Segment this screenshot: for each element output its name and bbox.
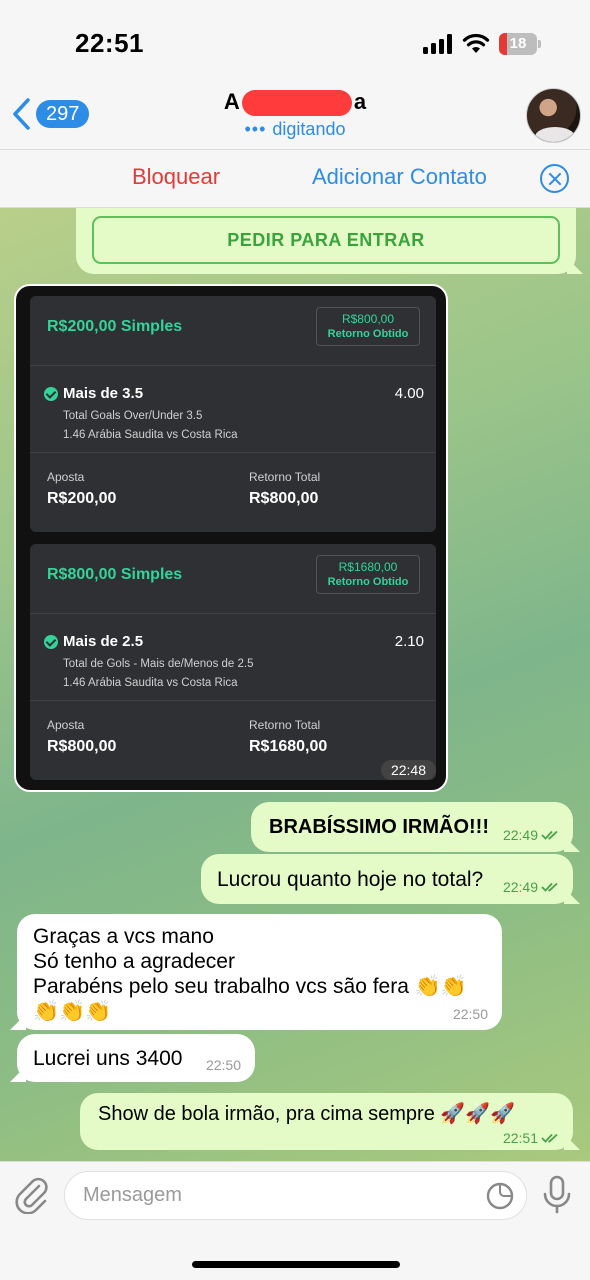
message-bubble-incoming[interactable]: Lucrei uns 3400 22:50 xyxy=(17,1034,255,1082)
message-bubble-incoming[interactable]: Graças a vcs mano Só tenho a agradecer P… xyxy=(17,914,502,1030)
bet-screenshot-image[interactable]: R$200,00 Simples R$800,00 Retorno Obtido… xyxy=(14,284,448,792)
check-circle-icon xyxy=(44,635,58,649)
bet-card: R$800,00 Simples R$1680,00 Retorno Obtid… xyxy=(30,544,436,780)
microphone-icon[interactable] xyxy=(542,1175,572,1215)
selection-market: Total Goals Over/Under 3.5 xyxy=(63,410,203,422)
bet-stake-label: R$200,00 Simples xyxy=(47,318,183,335)
return-box: R$800,00 Retorno Obtido xyxy=(316,307,420,346)
battery-level: 18 xyxy=(509,35,527,52)
sticker-icon[interactable] xyxy=(486,1182,514,1210)
join-message-bubble: PEDIR PARA ENTRAR xyxy=(76,208,576,274)
message-input[interactable]: Mensagem xyxy=(64,1171,527,1220)
chat-header: 297 Aa ••• digitando xyxy=(0,85,590,149)
contact-name[interactable]: Aa xyxy=(0,89,590,117)
add-contact-button[interactable]: Adicionar Contato xyxy=(312,164,487,190)
battery-icon: 18 xyxy=(499,33,541,55)
status-bar: 22:51 18 xyxy=(0,0,590,85)
message-input-bar: Mensagem xyxy=(0,1161,590,1280)
selection-market: Total de Gols - Mais de/Menos de 2.5 xyxy=(63,658,254,670)
check-circle-icon xyxy=(44,387,58,401)
clock: 22:51 xyxy=(75,28,144,58)
double-check-icon xyxy=(541,1132,559,1144)
typing-dots-icon: ••• xyxy=(244,119,267,139)
message-bubble-outgoing[interactable]: Show de bola irmão, pra cima sempre 🚀🚀🚀 … xyxy=(80,1093,573,1150)
selection-event: 1.46 Arábia Saudita vs Costa Rica xyxy=(63,429,238,441)
block-button[interactable]: Bloquear xyxy=(132,164,220,190)
redaction-mark xyxy=(241,90,352,117)
message-text: Graças a vcs mano Só tenho a agradecer P… xyxy=(33,925,468,1023)
cellular-signal-icon xyxy=(423,34,453,54)
message-input-placeholder: Mensagem xyxy=(83,1184,182,1206)
stake-value: R$800,00 xyxy=(47,738,117,755)
message-time: 22:50 xyxy=(452,1006,488,1022)
unknown-contact-bar: Bloquear Adicionar Contato xyxy=(0,149,590,208)
selection-odds: 2.10 xyxy=(394,633,424,650)
selection-odds: 4.00 xyxy=(394,385,424,402)
typing-status: ••• digitando xyxy=(244,119,346,139)
join-button[interactable]: PEDIR PARA ENTRAR xyxy=(92,216,560,264)
message-time: 22:49 xyxy=(502,827,538,843)
home-indicator xyxy=(192,1261,400,1268)
close-icon[interactable] xyxy=(540,164,569,193)
message-text: BRABÍSSIMO IRMÃO!!! xyxy=(269,816,489,838)
message-time: 22:48 xyxy=(380,760,436,780)
double-check-icon xyxy=(541,881,559,893)
bet-card: R$200,00 Simples R$800,00 Retorno Obtido… xyxy=(30,296,436,532)
message-time: 22:49 xyxy=(502,879,538,895)
total-return-value: R$1680,00 xyxy=(249,738,328,755)
message-text: Lucrei uns 3400 xyxy=(33,1047,183,1070)
chat-area[interactable]: PEDIR PARA ENTRAR R$200,00 Simples R$800… xyxy=(0,208,590,1161)
message-time: 22:51 xyxy=(502,1130,538,1146)
message-bubble-outgoing[interactable]: BRABÍSSIMO IRMÃO!!! 22:49 xyxy=(251,802,573,852)
attachment-icon[interactable] xyxy=(15,1176,49,1214)
message-bubble-outgoing[interactable]: Lucrou quanto hoje no total? 22:49 xyxy=(201,854,573,904)
selection-title: Mais de 3.5 xyxy=(63,385,144,402)
wifi-icon xyxy=(462,33,490,53)
total-return-value: R$800,00 xyxy=(249,490,319,507)
message-time: 22:50 xyxy=(205,1057,241,1073)
message-text: Lucrou quanto hoje no total? xyxy=(217,868,484,891)
avatar[interactable] xyxy=(526,88,581,143)
selection-title: Mais de 2.5 xyxy=(63,633,144,650)
stake-value: R$200,00 xyxy=(47,490,117,507)
double-check-icon xyxy=(541,829,559,841)
message-text: Show de bola irmão, pra cima sempre 🚀🚀🚀 xyxy=(98,1103,516,1125)
return-box: R$1680,00 Retorno Obtido xyxy=(316,555,420,594)
bet-stake-label: R$800,00 Simples xyxy=(47,566,183,583)
selection-event: 1.46 Arábia Saudita vs Costa Rica xyxy=(63,677,238,689)
